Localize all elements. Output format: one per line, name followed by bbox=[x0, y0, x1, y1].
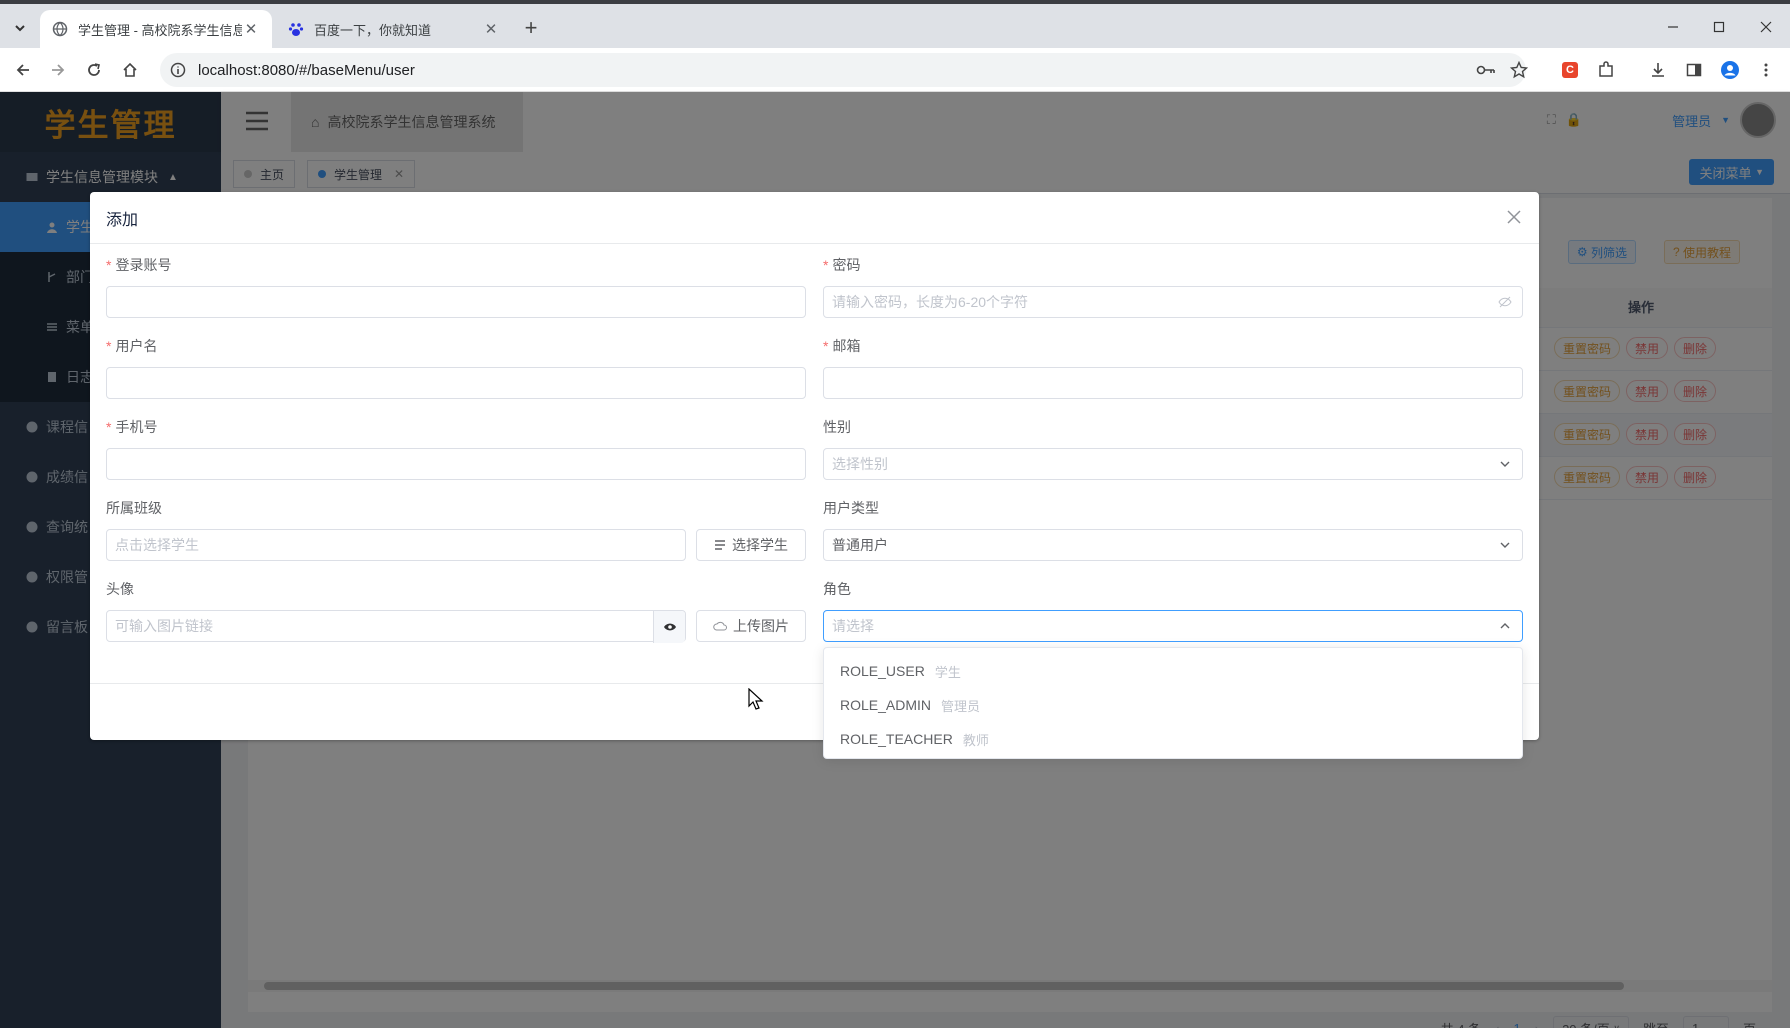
class-placeholder: 点击选择学生 bbox=[115, 537, 199, 553]
tab-title: 百度一下，你就知道 bbox=[314, 22, 432, 38]
tab-search-icon[interactable] bbox=[8, 16, 32, 40]
forward-icon[interactable] bbox=[46, 58, 70, 82]
role-option[interactable]: ROLE_ADMIN 管理员 bbox=[824, 688, 1522, 722]
role-option-value: ROLE_TEACHER bbox=[840, 731, 953, 747]
key-icon[interactable] bbox=[1474, 58, 1498, 82]
password-form-item: * 密码 请输入密码，长度为6-20个字符 bbox=[823, 254, 1523, 318]
home-icon[interactable] bbox=[118, 58, 142, 82]
role-form-item: 角色 请选择 bbox=[823, 578, 1523, 642]
chevron-down-icon bbox=[1500, 542, 1510, 548]
password-placeholder: 请输入密码，长度为6-20个字符 bbox=[832, 294, 1029, 310]
chevron-down-icon bbox=[1500, 461, 1510, 467]
close-tab-icon[interactable]: ✕ bbox=[482, 20, 500, 38]
password-input[interactable]: 请输入密码，长度为6-20个字符 bbox=[823, 286, 1523, 318]
close-tab-icon[interactable]: ✕ bbox=[242, 20, 260, 38]
phone-label: 手机号 bbox=[115, 419, 158, 435]
profile-icon[interactable] bbox=[1718, 58, 1742, 82]
extension-c-icon[interactable]: C bbox=[1558, 58, 1582, 82]
browser-tab[interactable]: 百度一下，你就知道 ✕ bbox=[276, 10, 512, 48]
close-window-icon[interactable] bbox=[1755, 16, 1777, 38]
reload-icon[interactable] bbox=[82, 58, 106, 82]
close-icon[interactable] bbox=[1503, 206, 1525, 228]
mouse-cursor-icon bbox=[748, 688, 764, 710]
role-label: 角色 bbox=[823, 581, 851, 597]
select-student-label: 选择学生 bbox=[732, 537, 788, 553]
upload-cloud-icon bbox=[713, 621, 727, 631]
email-label: 邮箱 bbox=[832, 338, 861, 354]
select-student-button[interactable]: 选择学生 bbox=[696, 529, 806, 561]
role-option-desc: 教师 bbox=[962, 732, 989, 748]
sidepanel-icon[interactable] bbox=[1682, 58, 1706, 82]
new-tab-icon[interactable]: + bbox=[520, 17, 542, 40]
minimize-icon[interactable] bbox=[1662, 16, 1684, 38]
role-dropdown: ROLE_USER 学生 ROLE_ADMIN 管理员 ROLE_TEACHER 教师 bbox=[823, 647, 1523, 759]
username-input[interactable] bbox=[106, 367, 806, 399]
role-option[interactable]: ROLE_USER 学生 bbox=[824, 654, 1522, 688]
required-mark: * bbox=[106, 338, 112, 354]
bookmark-star-icon[interactable] bbox=[1507, 58, 1531, 82]
baidu-paw-icon bbox=[288, 23, 304, 36]
address-bar[interactable]: localhost:8080/#/baseMenu/user bbox=[160, 53, 1526, 87]
preview-eye-icon[interactable] bbox=[653, 611, 685, 643]
gender-form-item: 性别 选择性别 bbox=[823, 416, 1523, 480]
more-menu-icon[interactable] bbox=[1754, 58, 1778, 82]
login-label: 登录账号 bbox=[115, 257, 172, 273]
avatar-url-input[interactable]: 可输入图片链接 bbox=[106, 610, 686, 643]
email-input[interactable] bbox=[823, 367, 1523, 399]
avatar-form-item: 头像 可输入图片链接 上传图片 bbox=[106, 578, 806, 643]
role-select[interactable]: 请选择 bbox=[823, 610, 1523, 642]
user-type-select[interactable]: 普通用户 bbox=[823, 529, 1523, 561]
phone-form-item: * 手机号 bbox=[106, 416, 806, 480]
role-option-value: ROLE_ADMIN bbox=[840, 697, 932, 713]
email-form-item: * 邮箱 bbox=[823, 335, 1523, 399]
username-form-item: * 用户名 bbox=[106, 335, 806, 399]
required-mark: * bbox=[106, 257, 112, 273]
class-input[interactable]: 点击选择学生 bbox=[106, 529, 686, 561]
role-option-value: ROLE_USER bbox=[840, 663, 925, 679]
gender-label: 性别 bbox=[823, 419, 851, 435]
role-option[interactable]: ROLE_TEACHER 教师 bbox=[824, 722, 1522, 756]
back-icon[interactable] bbox=[11, 58, 35, 82]
login-input[interactable] bbox=[106, 286, 806, 318]
site-info-icon[interactable] bbox=[170, 62, 186, 78]
browser-tab-active[interactable]: 学生管理 - 高校院系学生信息管理系统 ✕ bbox=[40, 10, 272, 48]
globe-icon bbox=[52, 21, 68, 37]
url-text: localhost:8080/#/baseMenu/user bbox=[198, 61, 415, 79]
required-mark: * bbox=[823, 257, 829, 273]
tab-title: 学生管理 - 高校院系学生信息管理系统 bbox=[78, 22, 242, 38]
avatar-placeholder: 可输入图片链接 bbox=[115, 618, 213, 634]
role-placeholder: 请选择 bbox=[832, 618, 874, 634]
user-type-form-item: 用户类型 普通用户 bbox=[823, 497, 1523, 561]
download-icon[interactable] bbox=[1646, 58, 1670, 82]
chevron-up-icon bbox=[1500, 623, 1510, 629]
list-icon bbox=[715, 540, 725, 550]
required-mark: * bbox=[823, 338, 829, 354]
required-mark: * bbox=[106, 419, 112, 435]
username-label: 用户名 bbox=[115, 338, 158, 354]
gender-placeholder: 选择性别 bbox=[832, 456, 888, 472]
puzzle-icon[interactable] bbox=[1594, 58, 1618, 82]
user-type-label: 用户类型 bbox=[823, 500, 879, 516]
avatar-label: 头像 bbox=[106, 581, 134, 597]
class-form-item: 所属班级 点击选择学生 选择学生 bbox=[106, 497, 806, 561]
user-type-value: 普通用户 bbox=[832, 537, 888, 553]
browser-tabstrip: 学生管理 - 高校院系学生信息管理系统 ✕ 百度一下，你就知道 ✕ + bbox=[0, 0, 1790, 48]
phone-input[interactable] bbox=[106, 448, 806, 480]
role-option-desc: 学生 bbox=[934, 664, 961, 680]
class-label: 所属班级 bbox=[106, 500, 162, 516]
upload-image-label: 上传图片 bbox=[733, 618, 789, 634]
gender-select[interactable]: 选择性别 bbox=[823, 448, 1523, 480]
eye-off-icon[interactable] bbox=[1498, 295, 1512, 309]
login-form-item: * 登录账号 bbox=[106, 254, 806, 318]
maximize-icon[interactable] bbox=[1708, 16, 1730, 38]
role-option-desc: 管理员 bbox=[941, 698, 981, 714]
upload-image-button[interactable]: 上传图片 bbox=[696, 610, 806, 642]
password-label: 密码 bbox=[832, 257, 861, 273]
dialog-title: 添加 bbox=[106, 211, 139, 229]
browser-toolbar: localhost:8080/#/baseMenu/user C bbox=[0, 48, 1790, 92]
dialog-header: 添加 bbox=[90, 192, 1539, 244]
